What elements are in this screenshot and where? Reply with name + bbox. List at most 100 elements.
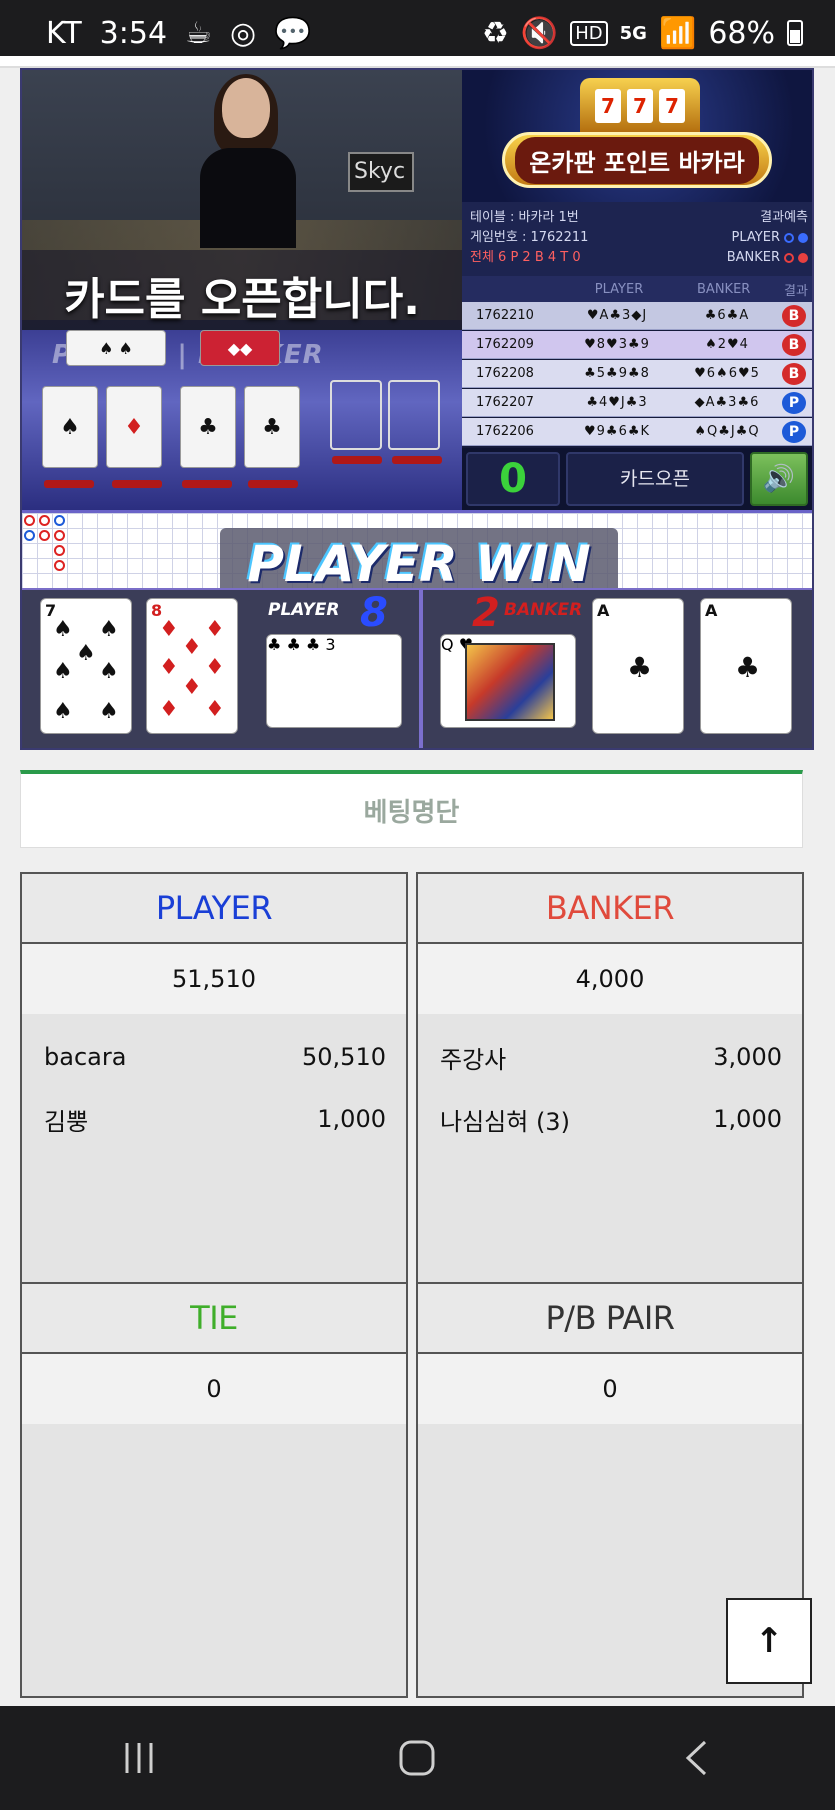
bettor-name: 김뿡 (44, 1107, 89, 1136)
road-dot (39, 515, 50, 526)
history-col: 결과 (784, 283, 808, 299)
predict-banker-option[interactable] (784, 252, 794, 263)
history-player-cards: ♥9♣6♣K (583, 424, 651, 439)
player-card-2: 8 ♦ ♦ ♦ ♦ ♦ ♦ ♦ ♦ (146, 598, 238, 734)
battery-icon (787, 20, 803, 46)
road-dot (54, 560, 65, 571)
player-panel-title: PLAYER (22, 874, 406, 944)
recent-apps-icon (125, 1743, 153, 1773)
card-suit: ♣ (286, 635, 301, 654)
signal-icon: 📶 (658, 15, 697, 51)
table-card: ♣ (244, 386, 300, 468)
road-dot (54, 515, 65, 526)
battery-label: 68% (708, 15, 775, 51)
predict-player-dot[interactable] (798, 232, 808, 243)
card-rank: A (597, 601, 610, 620)
predict-player-option[interactable] (784, 232, 794, 243)
chat-icon: 💬 (274, 15, 312, 51)
banker-card-3: A ♣ (700, 598, 792, 734)
logo-text: 온카판 포인트 바카라 (515, 136, 759, 184)
table-card: ♠ (42, 386, 98, 468)
road-dot (54, 530, 65, 541)
recycle-icon: ♻ (481, 15, 509, 51)
history-player-cards: ♣4♥J♣3 (586, 395, 648, 410)
card-suit: ♣ (735, 651, 761, 684)
player-total: 51,510 (22, 944, 406, 1014)
bet-amount: 1,000 (317, 1105, 386, 1133)
slot-machine-icon: 777 (580, 78, 700, 134)
card-rank: 3 (325, 635, 336, 654)
back-button[interactable] (656, 1728, 736, 1788)
list-item: 주강사 3,000 (440, 1026, 782, 1088)
tie-panel-title: TIE (22, 1284, 406, 1354)
history-player-cards: ♥8♥3♣9 (584, 337, 650, 352)
bet-marker (248, 480, 298, 488)
card-suit: ♦ (205, 697, 225, 722)
bet-amount: 1,000 (713, 1105, 782, 1133)
history-col: BANKER (697, 281, 751, 297)
hd-icon: HD (570, 20, 608, 46)
game-summary: 전체 6 P 2 B 4 T 0 (470, 250, 581, 265)
game-frame: Skyc 카드를 오픈합니다. PLAYER | BANKER ♠ ♠ ◆◆ ♠… (20, 68, 814, 750)
table-card: ♦ (106, 386, 162, 468)
card-table: PLAYER | BANKER ♠ ♠ ◆◆ ♠ ♦ ♣ ♣ (22, 330, 462, 510)
home-icon (399, 1740, 435, 1776)
live-video: Skyc 카드를 오픈합니다. PLAYER | BANKER ♠ ♠ ◆◆ ♠… (22, 70, 462, 510)
sound-toggle-button[interactable]: 🔊 (750, 452, 808, 506)
history-id: 1762210 (476, 308, 534, 323)
history-id: 1762208 (476, 366, 534, 381)
divider (419, 590, 423, 748)
predict-banker-dot[interactable] (798, 252, 808, 263)
player-card-1: 7 ♠ ♠ ♠ ♠ ♠ ♠ ♠ (40, 598, 132, 734)
clock: 3:54 (99, 15, 168, 51)
home-button[interactable] (377, 1728, 457, 1788)
queen-face-art (465, 643, 555, 721)
table-info: 테이블 : 바카라 1번 결과예측 게임번호 : 1762211 PLAYER … (462, 202, 812, 276)
history-row: 1762206 ♥9♣6♣K ♠Q♣J♣Q P (462, 418, 812, 446)
list-item: 나심심혀 (3) 1,000 (440, 1088, 782, 1150)
card-suit: ♣ (305, 635, 321, 654)
card-suit: ♦ (159, 697, 179, 722)
pair-panel-title: P/B PAIR (418, 1284, 802, 1354)
history-id: 1762209 (476, 337, 534, 352)
shoe-card: ◆◆ (200, 330, 280, 366)
bet-marker (112, 480, 162, 488)
card-suit: ♦ (182, 675, 202, 700)
card-open-button[interactable]: 카드오픈 (566, 452, 744, 506)
dealer-image (192, 74, 302, 248)
predict-player-label: PLAYER (731, 230, 780, 245)
card-suit: ♠ (53, 699, 73, 724)
card-suit: ♠ (76, 641, 96, 666)
card-suit: ♠ (53, 659, 73, 684)
instagram-icon: ◎ (229, 15, 257, 51)
banker-bet-list: 주강사 3,000 나심심혀 (3) 1,000 (418, 1014, 802, 1150)
bet-marker (44, 480, 94, 488)
pair-total: 0 (418, 1354, 802, 1424)
history-header: PLAYER BANKER 결과 (462, 276, 812, 302)
history-result-badge: B (782, 333, 806, 356)
network-label: 5G (619, 22, 647, 44)
card-rank: Q (441, 635, 454, 654)
card-suit: ♠ (53, 617, 73, 642)
history-result-badge: P (782, 420, 806, 443)
card-suit: ♠ (99, 699, 119, 724)
history-banker-cards: ♠Q♣J♣Q (694, 424, 760, 439)
history-row: 1762210 ♥A♣3◆J ♣6♣A B (462, 302, 812, 330)
card-suit: ♣ (627, 651, 653, 684)
history-player-cards: ♥A♣3◆J (586, 308, 648, 323)
predict-label: 결과예측 (760, 210, 808, 225)
scroll-top-button[interactable]: ↑ (726, 1598, 812, 1684)
carrier-label: KT (46, 15, 82, 51)
card-suit: ♠ (99, 617, 119, 642)
arrow-up-icon: ↑ (754, 1621, 784, 1661)
history-banker-cards: ◆A♣3♣6 (694, 395, 760, 410)
recent-apps-button[interactable] (99, 1728, 179, 1788)
bet-amount: 3,000 (713, 1043, 782, 1071)
history-col: PLAYER (594, 281, 644, 297)
card-suit: ♦ (205, 655, 225, 680)
card-suit: ♦ (182, 635, 202, 660)
history-id: 1762206 (476, 424, 534, 439)
card-suit: ♦ (159, 617, 179, 642)
result-board: 777 온카판 포인트 바카라 테이블 : 바카라 1번 결과예측 게임번호 :… (462, 70, 812, 510)
card-suit: ♣ (267, 635, 282, 654)
